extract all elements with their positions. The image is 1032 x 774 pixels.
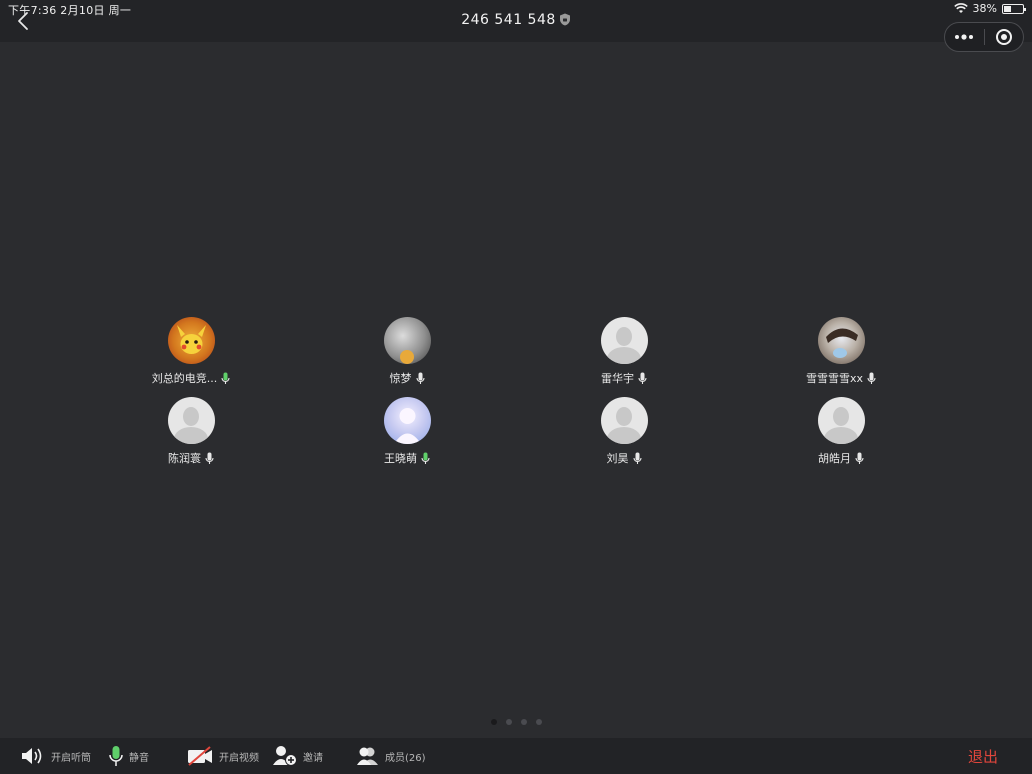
participant-name-row: 胡皓月: [781, 450, 901, 466]
participant-name: 胡皓月: [818, 452, 851, 465]
participant-tile[interactable]: 刘昊: [564, 397, 684, 466]
members-label: 成员(26): [385, 752, 426, 764]
mute-button[interactable]: 静音: [108, 744, 149, 768]
avatar: [817, 317, 865, 364]
avatar-placeholder: [600, 317, 648, 364]
page-dot-active[interactable]: [490, 719, 497, 725]
microphone-icon: [638, 372, 647, 384]
avatar: [383, 397, 431, 444]
speaker-toggle-label: 开启听筒: [51, 752, 91, 764]
more-button[interactable]: [945, 23, 984, 51]
video-toggle-button[interactable]: 开启视频: [186, 744, 259, 768]
meeting-id-title: 246 541 548: [0, 12, 1032, 28]
more-dots-icon: [955, 34, 974, 40]
avatar: [167, 317, 215, 364]
participant-name-row: 刘昊: [564, 450, 684, 466]
participant-tile[interactable]: 王晓萌: [347, 397, 467, 466]
meeting-id-number: 246 541 548: [461, 12, 556, 28]
participant-name: 陈润寰: [168, 452, 201, 465]
participant-name-row: 陈润寰: [131, 450, 251, 466]
participant-name-row: 雪雪雪雪xx: [781, 370, 901, 386]
person-avatar-image: [393, 408, 421, 444]
pikachu-avatar-image: [176, 325, 206, 354]
lock-badge-icon: [400, 350, 414, 364]
microphone-icon: [205, 452, 214, 464]
speaker-toggle-button[interactable]: 开启听筒: [20, 744, 91, 768]
top-bar: 下午7:36 2月10日 周一 38% 246 541 548: [0, 0, 1032, 42]
mute-label: 静音: [129, 752, 149, 764]
members-icon: [357, 747, 378, 765]
microphone-icon: [415, 372, 425, 384]
person-avatar-image: [825, 328, 858, 358]
microphone-icon: [867, 372, 876, 384]
participant-tile[interactable]: 雪雪雪雪xx: [781, 317, 901, 386]
participant-name-row: 王晓萌: [347, 450, 467, 466]
participant-name: 雪雪雪雪xx: [805, 372, 864, 385]
mini-program-capsule: [944, 22, 1024, 52]
avatar: [383, 317, 431, 364]
participant-name-row: 惊梦: [347, 370, 467, 386]
page-dot[interactable]: [505, 719, 512, 725]
page-dot[interactable]: [535, 719, 542, 725]
participant-tile[interactable]: 雷华宇: [564, 317, 684, 386]
exit-button[interactable]: 退出: [968, 746, 998, 767]
bottom-toolbar: 开启听筒 静音 开启视频 邀请 成员(26) 退出: [0, 738, 1032, 774]
microphone-active-icon: [221, 372, 230, 384]
participant-name: 刘昊: [606, 452, 629, 465]
shield-icon: [559, 13, 570, 26]
participant-tile[interactable]: 刘总的电竞...: [131, 317, 251, 386]
video-toggle-label: 开启视频: [219, 752, 259, 764]
microphone-active-icon: [421, 452, 430, 464]
participant-tile[interactable]: 惊梦: [347, 317, 467, 386]
add-person-icon: [273, 746, 297, 766]
invite-button[interactable]: 邀请: [272, 744, 323, 768]
members-button[interactable]: 成员(26): [356, 744, 426, 768]
participant-name: 王晓萌: [384, 452, 417, 465]
invite-label: 邀请: [303, 752, 323, 764]
target-icon: [995, 29, 1012, 45]
speaker-icon: [22, 748, 42, 764]
participant-tile[interactable]: 胡皓月: [781, 397, 901, 466]
avatar-placeholder: [167, 397, 215, 444]
microphone-icon: [855, 452, 864, 464]
microphone-icon: [632, 452, 642, 464]
microphone-active-icon: [109, 746, 123, 766]
participant-name: 刘总的电竞...: [151, 372, 218, 385]
video-off-icon: [188, 746, 212, 766]
page-indicator: [0, 719, 1032, 725]
page-dot[interactable]: [520, 719, 527, 725]
participant-name: 惊梦: [389, 372, 412, 385]
participant-name-row: 雷华宇: [564, 370, 684, 386]
avatar-placeholder: [600, 397, 648, 444]
participant-name: 雷华宇: [601, 372, 634, 385]
close-mini-program-button[interactable]: [985, 23, 1024, 51]
avatar-placeholder: [817, 397, 865, 444]
participant-tile[interactable]: 陈润寰: [131, 397, 251, 466]
participant-name-row: 刘总的电竞...: [131, 370, 251, 386]
